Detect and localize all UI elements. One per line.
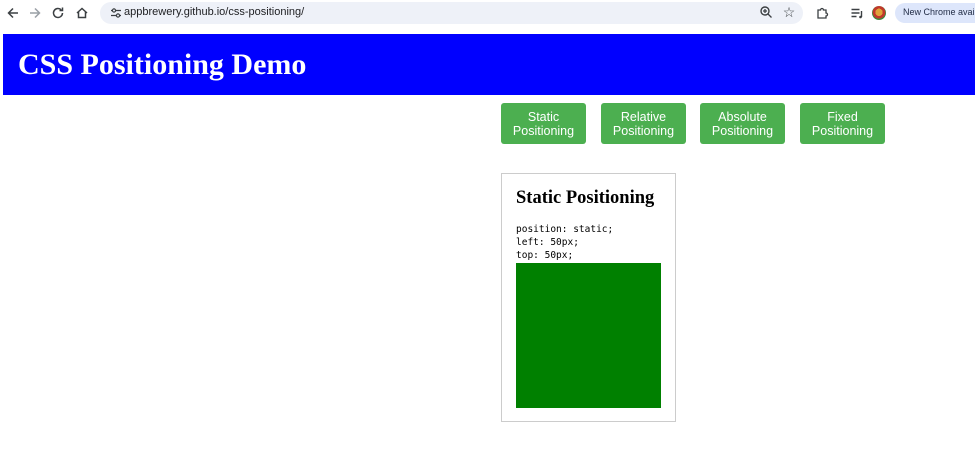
reload-icon[interactable]	[48, 3, 68, 23]
code-line-top: top: 50px;	[516, 250, 574, 261]
static-positioning-button[interactable]: Static Positioning	[501, 103, 586, 144]
extensions-icon[interactable]	[812, 3, 832, 23]
page-header: CSS Positioning Demo	[3, 34, 975, 95]
code-line-left: left: 50px;	[516, 237, 579, 248]
home-icon[interactable]	[72, 3, 92, 23]
demo-card: Static Positioning position: static; lef…	[501, 173, 676, 422]
demo-box	[516, 263, 661, 408]
update-label: New Chrome available	[903, 7, 975, 17]
chrome-update-button[interactable]: New Chrome available	[895, 3, 975, 23]
address-bar[interactable]: appbrewery.github.io/css-positioning/ ☆	[100, 2, 803, 24]
forward-icon[interactable]	[25, 3, 45, 23]
relative-positioning-button[interactable]: Relative Positioning	[601, 103, 686, 144]
site-settings-icon[interactable]	[108, 5, 124, 21]
bookmark-star-icon[interactable]: ☆	[781, 4, 797, 20]
absolute-positioning-button[interactable]: Absolute Positioning	[700, 103, 785, 144]
reading-list-icon[interactable]	[847, 3, 867, 23]
code-line-position: position: static;	[516, 224, 614, 235]
fixed-positioning-button[interactable]: Fixed Positioning	[800, 103, 885, 144]
zoom-icon[interactable]	[759, 5, 775, 21]
browser-toolbar: appbrewery.github.io/css-positioning/ ☆ …	[0, 0, 975, 27]
back-icon[interactable]	[3, 3, 23, 23]
page-title: CSS Positioning Demo	[18, 48, 307, 81]
demo-title: Static Positioning	[516, 188, 655, 208]
url-text: appbrewery.github.io/css-positioning/	[124, 6, 305, 18]
profile-avatar[interactable]	[872, 6, 886, 20]
